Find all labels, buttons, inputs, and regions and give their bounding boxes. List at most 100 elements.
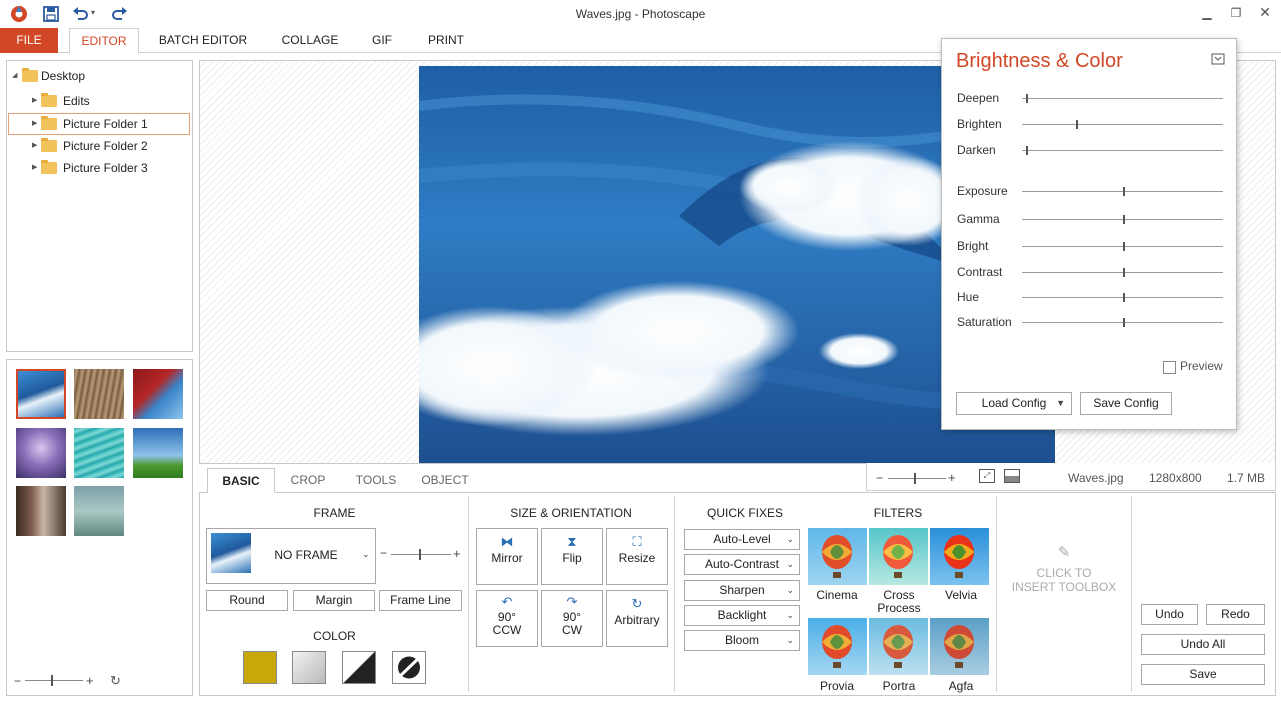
preview-checkbox[interactable] <box>1163 361 1176 374</box>
tab-file[interactable]: FILE <box>0 28 58 53</box>
auto-contrast-dropdown[interactable]: Auto-Contrast ⌄ <box>684 554 800 575</box>
slider-thumb[interactable] <box>51 675 53 686</box>
slider-thumb[interactable] <box>914 473 916 484</box>
brighten-slider[interactable] <box>1022 120 1223 129</box>
gamma-slider[interactable] <box>1022 215 1223 224</box>
margin-button[interactable]: Margin <box>293 590 375 611</box>
undo-button[interactable]: Undo <box>1141 604 1198 625</box>
thumbnail-field[interactable] <box>133 428 183 478</box>
mirror-button[interactable]: ⧓ Mirror <box>476 528 538 585</box>
hue-slider-thumb[interactable] <box>1123 293 1125 302</box>
filter-agfa-thumbnail[interactable] <box>930 618 989 675</box>
hue-slider[interactable] <box>1022 293 1223 302</box>
frame-size-slider[interactable] <box>391 549 451 560</box>
contrast-slider[interactable] <box>1022 268 1223 277</box>
bright-slider[interactable] <box>1022 242 1223 251</box>
rotate-ccw-button[interactable]: ↶ 90° CCW <box>476 590 538 647</box>
collapse-arrow-icon[interactable]: ▶ <box>32 136 37 156</box>
thumbnail-water[interactable] <box>74 428 124 478</box>
backlight-dropdown[interactable]: Backlight ⌄ <box>684 605 800 626</box>
frame-selector[interactable]: NO FRAME ⌄ <box>206 528 376 584</box>
color-swatch-none[interactable] <box>392 651 426 684</box>
bright-slider-thumb[interactable] <box>1123 242 1125 251</box>
deepen-slider[interactable] <box>1022 94 1223 103</box>
tab-crop[interactable]: CROP <box>283 468 333 492</box>
color-swatch-silver[interactable] <box>292 651 326 684</box>
frame-size-increase[interactable]: + <box>453 546 461 561</box>
darken-slider[interactable] <box>1022 146 1223 155</box>
mirror-icon: ⧓ <box>500 534 514 549</box>
thumbnail-waves[interactable] <box>16 369 66 419</box>
tree-item-edits[interactable]: ▶ Edits <box>10 91 190 111</box>
tab-object[interactable]: OBJECT <box>416 468 474 492</box>
brighten-slider-thumb[interactable] <box>1076 120 1078 129</box>
tab-batch-editor[interactable]: BATCH EDITOR <box>150 28 256 53</box>
zoom-in-button[interactable]: + <box>948 470 956 485</box>
exposure-slider-thumb[interactable] <box>1123 187 1125 196</box>
collapse-arrow-icon[interactable]: ▶ <box>32 158 37 178</box>
canvas-zoom-slider[interactable] <box>888 473 946 484</box>
thumbnail-wood[interactable] <box>74 369 124 419</box>
color-swatch-gold[interactable] <box>243 651 277 684</box>
thumbnail-balloon[interactable] <box>133 369 183 419</box>
thumb-zoom-in-button[interactable]: + <box>86 673 94 688</box>
insert-toolbox-area[interactable]: ✎ CLICK TO INSERT TOOLBOX <box>998 540 1130 620</box>
file-name: Waves.jpg <box>1068 471 1124 485</box>
saturation-slider[interactable] <box>1022 318 1223 327</box>
tab-tools[interactable]: TOOLS <box>348 468 404 492</box>
refresh-icon[interactable]: ↻ <box>110 673 121 689</box>
tab-basic[interactable]: BASIC <box>207 468 275 493</box>
contrast-slider-thumb[interactable] <box>1123 268 1125 277</box>
zoom-out-button[interactable]: − <box>876 471 883 485</box>
collapse-arrow-icon[interactable]: ▶ <box>32 91 37 111</box>
thumbnail-lightning[interactable] <box>16 428 66 478</box>
round-button[interactable]: Round <box>206 590 288 611</box>
tab-collage[interactable]: COLLAGE <box>270 28 350 53</box>
saturation-slider-thumb[interactable] <box>1123 318 1125 327</box>
expand-arrow-icon[interactable]: ◢ <box>12 66 17 86</box>
collapse-arrow-icon[interactable]: ▶ <box>32 114 37 134</box>
thumbnail-hallway[interactable] <box>16 486 66 536</box>
minimize-button[interactable]: ▁ <box>1197 6 1217 22</box>
tab-gif[interactable]: GIF <box>362 28 402 53</box>
deepen-slider-thumb[interactable] <box>1026 94 1028 103</box>
frame-size-decrease[interactable]: − <box>380 546 387 560</box>
bloom-dropdown[interactable]: Bloom ⌄ <box>684 630 800 651</box>
tab-editor[interactable]: EDITOR <box>69 28 139 54</box>
darken-slider-thumb[interactable] <box>1026 146 1028 155</box>
flip-button[interactable]: ⧗ Flip <box>541 528 603 585</box>
gamma-slider-thumb[interactable] <box>1123 215 1125 224</box>
redo-button[interactable]: Redo <box>1206 604 1265 625</box>
thumb-zoom-slider[interactable] <box>25 675 83 686</box>
filter-portra-thumbnail[interactable] <box>869 618 928 675</box>
fit-screen-icon[interactable]: ⤢ <box>979 469 995 483</box>
tree-item-picture-folder-1[interactable]: ▶ Picture Folder 1 <box>8 113 190 135</box>
restore-button[interactable]: ❐ <box>1226 6 1246 22</box>
color-swatch-black-white[interactable] <box>342 651 376 684</box>
save-button[interactable]: Save <box>1141 664 1265 685</box>
filter-cross-process-thumbnail[interactable] <box>869 528 928 585</box>
tab-print[interactable]: PRINT <box>418 28 474 53</box>
sharpen-dropdown[interactable]: Sharpen ⌄ <box>684 580 800 601</box>
frame-line-button[interactable]: Frame Line <box>379 590 462 611</box>
filter-cinema-thumbnail[interactable] <box>808 528 867 585</box>
tree-item-desktop[interactable]: ◢ Desktop <box>10 66 190 86</box>
tree-item-picture-folder-3[interactable]: ▶ Picture Folder 3 <box>10 158 190 178</box>
close-button[interactable]: ✕ <box>1255 4 1275 20</box>
filter-velvia-thumbnail[interactable] <box>930 528 989 585</box>
thumb-zoom-out-button[interactable]: − <box>14 674 21 688</box>
auto-level-dropdown[interactable]: Auto-Level ⌄ <box>684 529 800 550</box>
panel-dock-icon[interactable] <box>1211 53 1225 65</box>
thumbnail-aurora[interactable] <box>74 486 124 536</box>
actual-size-icon[interactable] <box>1004 469 1020 483</box>
load-config-dropdown[interactable]: Load Config ▼ <box>956 392 1072 415</box>
rotate-cw-button[interactable]: ↷ 90° CW <box>541 590 603 647</box>
undo-all-button[interactable]: Undo All <box>1141 634 1265 655</box>
slider-thumb[interactable] <box>419 549 421 560</box>
resize-button[interactable]: ⛶ Resize <box>606 528 668 585</box>
filter-provia-thumbnail[interactable] <box>808 618 867 675</box>
exposure-slider[interactable] <box>1022 187 1223 196</box>
save-config-button[interactable]: Save Config <box>1080 392 1172 415</box>
rotate-arbitrary-button[interactable]: ↻ Arbitrary <box>606 590 668 647</box>
tree-item-picture-folder-2[interactable]: ▶ Picture Folder 2 <box>10 136 190 156</box>
